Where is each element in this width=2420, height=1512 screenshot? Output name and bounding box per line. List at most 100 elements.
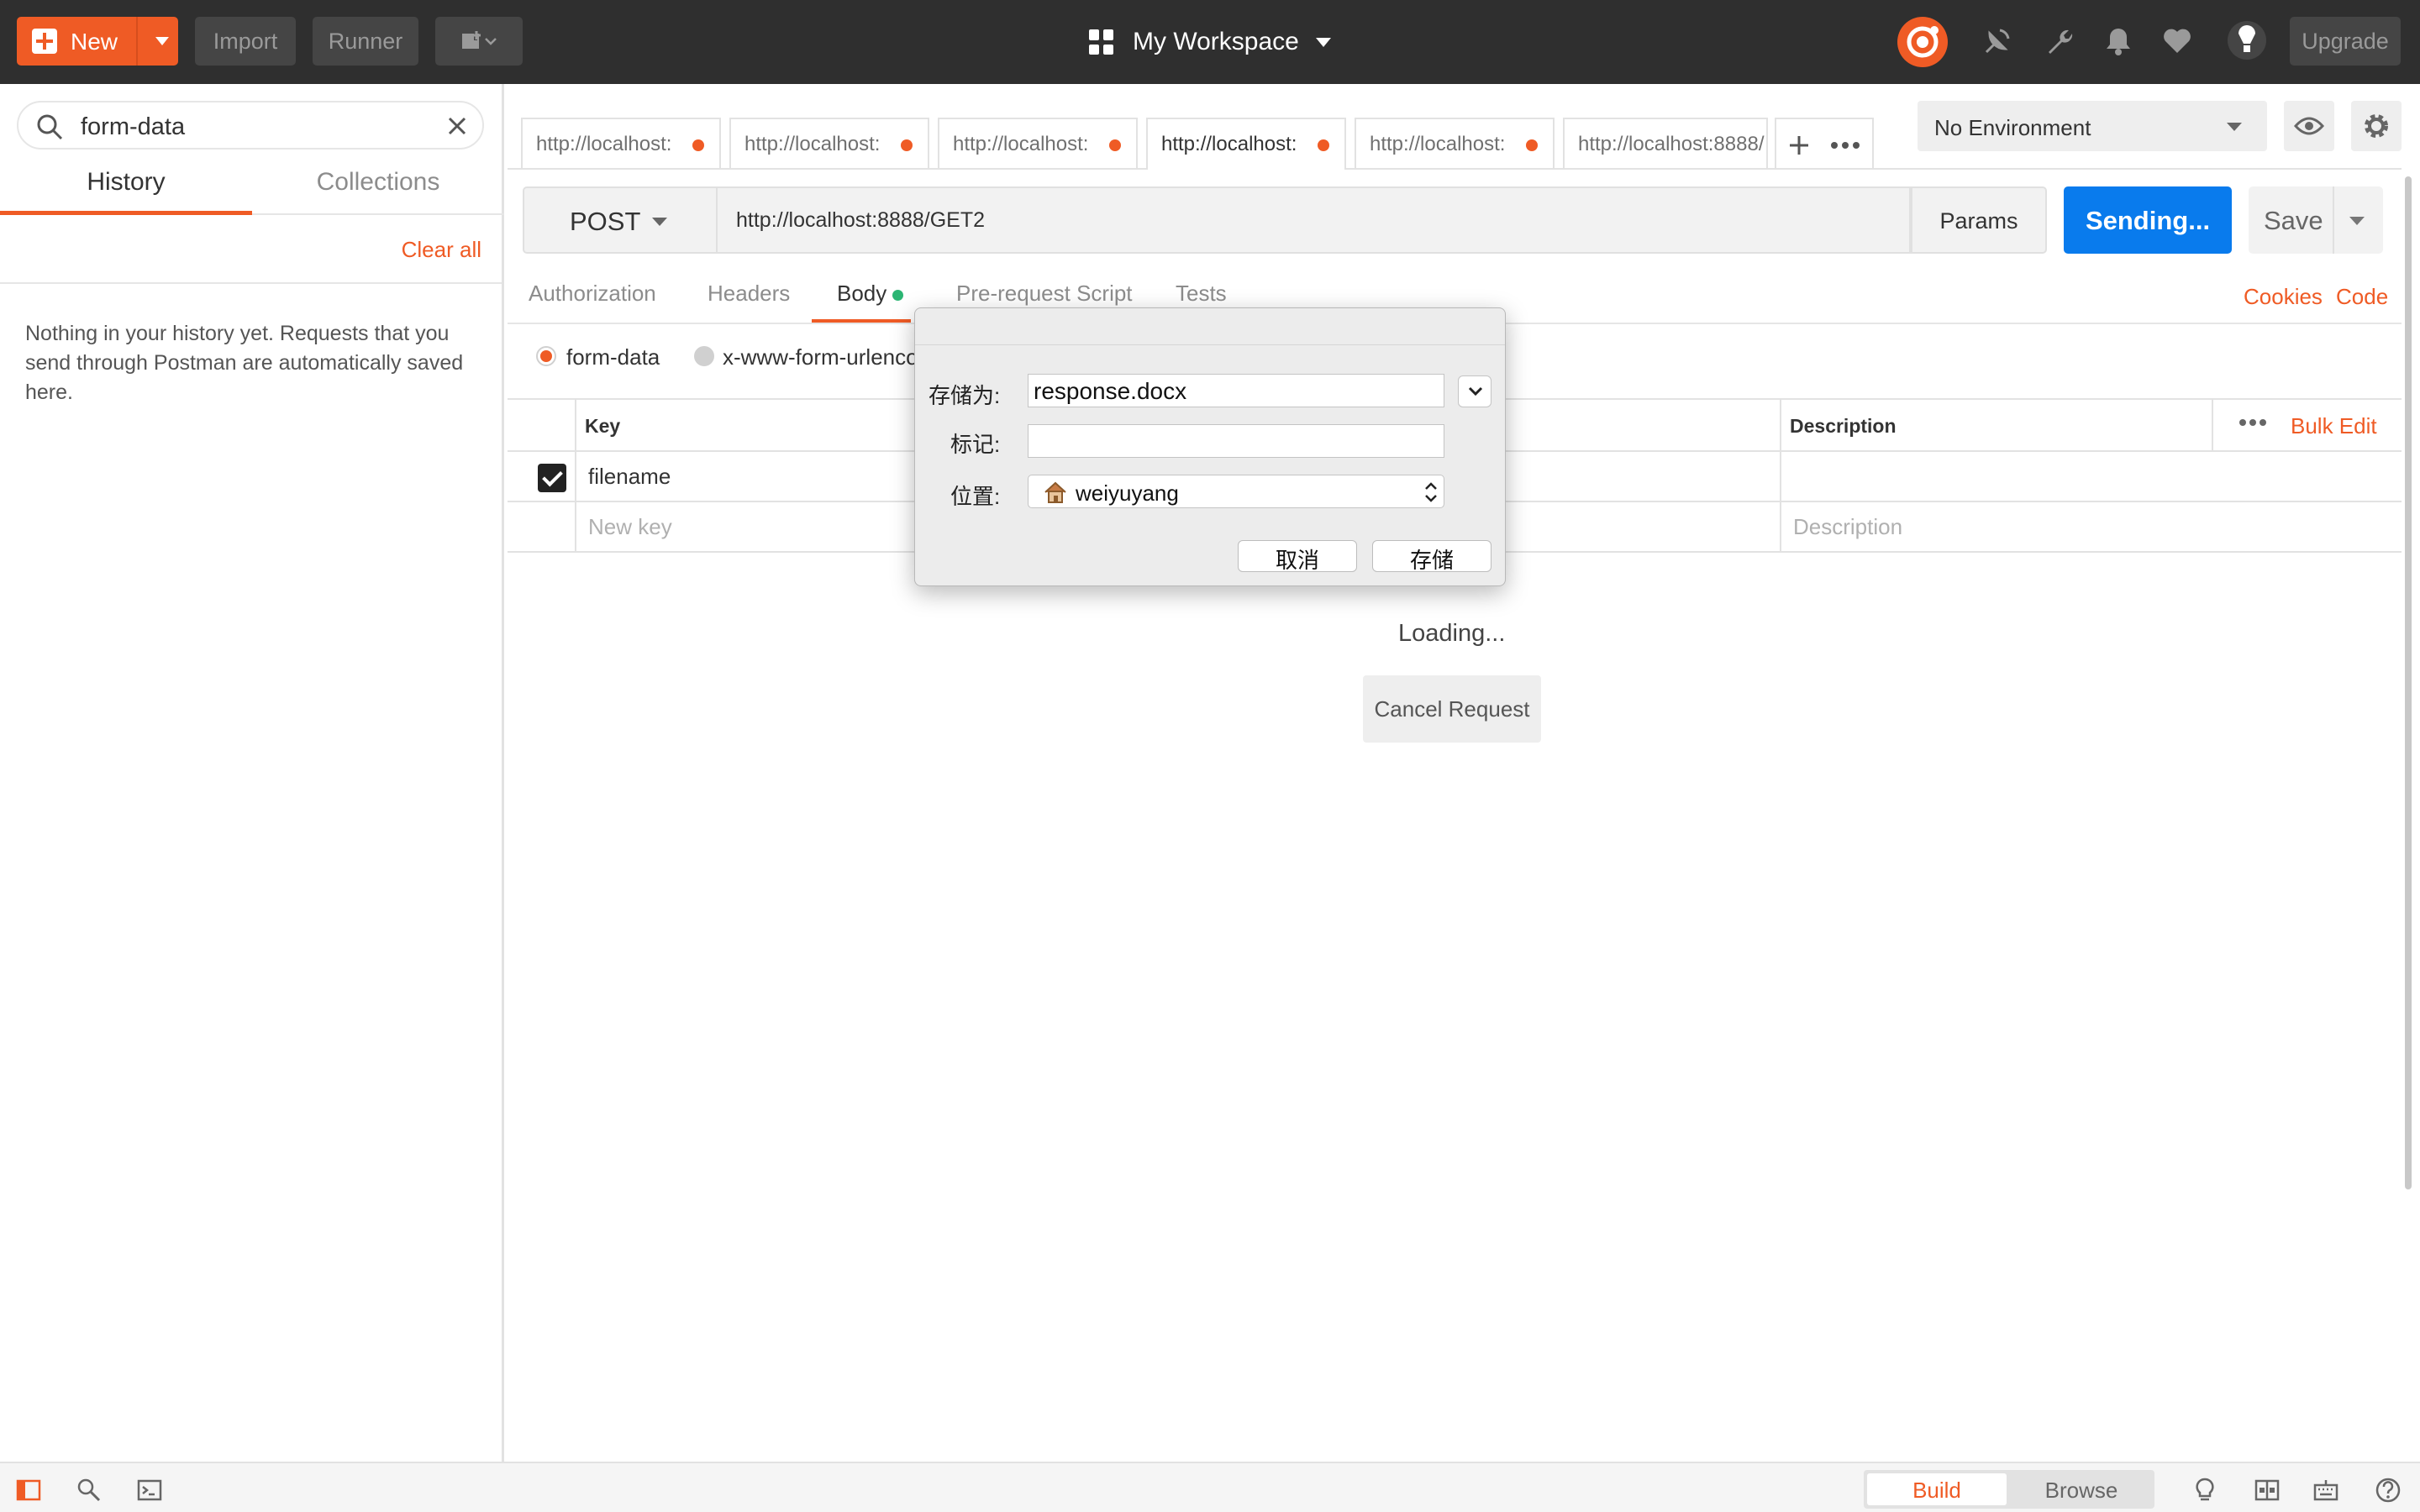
request-tab[interactable]: http://localhost: (521, 118, 721, 168)
gear-icon (2365, 114, 2388, 138)
manage-environments-button[interactable] (2351, 101, 2402, 151)
wrench-icon[interactable] (2044, 25, 2075, 57)
home-folder-icon (1044, 481, 1066, 503)
save-dropdown-caret-icon[interactable] (2349, 217, 2365, 225)
new-button[interactable]: New (17, 17, 178, 66)
tags-input[interactable] (1028, 424, 1444, 458)
save-as-label: 存储为: (929, 383, 1001, 408)
bell-icon[interactable] (2102, 25, 2134, 57)
import-button[interactable]: Import (195, 17, 296, 66)
workspace-label: My Workspace (1133, 28, 1299, 55)
history-empty-message: Nothing in your history yet. Requests th… (25, 322, 464, 404)
new-description-input[interactable]: Description (1793, 514, 1902, 540)
clear-search-icon[interactable] (447, 116, 467, 136)
save-file-dialog: 存储为: response.docx 标记: 位置: weiyuyang 取消 … (914, 307, 1506, 586)
form-data-label[interactable]: form-data (566, 344, 660, 370)
request-tab-active[interactable]: http://localhost: (1146, 118, 1346, 170)
tab-tests[interactable]: Tests (1176, 281, 1227, 307)
send-button[interactable]: Sending... (2064, 186, 2232, 254)
location-value: weiyuyang (1076, 480, 1179, 506)
expand-dialog-button[interactable] (1458, 375, 1491, 407)
tab-body[interactable]: Body (837, 281, 886, 307)
save-button-divider (2333, 186, 2334, 254)
toggle-sidebar-icon[interactable] (15, 1477, 42, 1504)
sidebar: form-data History Collections Clear all … (0, 84, 504, 1462)
upgrade-button[interactable]: Upgrade (2290, 17, 2401, 66)
new-dropdown-caret-icon[interactable] (155, 37, 169, 45)
unsaved-dot (1109, 139, 1121, 151)
dialog-titlebar[interactable] (915, 308, 1505, 345)
request-tab[interactable]: http://localhost: (729, 118, 929, 168)
keyboard-shortcuts-icon[interactable] (2312, 1477, 2339, 1504)
location-label: 位置: (950, 484, 1001, 509)
bootcamp-lightbulb-icon[interactable] (2191, 1477, 2218, 1504)
environment-quick-look-button[interactable] (2284, 101, 2334, 151)
satellite-icon[interactable] (1981, 25, 2013, 57)
urlencoded-radio[interactable] (694, 346, 714, 366)
clear-all-link[interactable]: Clear all (402, 237, 481, 263)
form-data-radio[interactable] (536, 346, 556, 366)
cookies-link[interactable]: Cookies (2244, 284, 2323, 310)
tab-pre-request-script[interactable]: Pre-request Script (956, 281, 1133, 307)
tags-label: 标记: (950, 432, 1001, 457)
cancel-request-button[interactable]: Cancel Request (1363, 675, 1541, 743)
console-icon[interactable] (136, 1477, 163, 1504)
table-border (575, 398, 576, 553)
row-key-input[interactable]: filename (588, 464, 671, 490)
loading-text: Loading... (1398, 620, 1506, 647)
updown-arrows-icon (1425, 482, 1437, 502)
request-tab[interactable]: http://localhost:8888/ (1563, 118, 1768, 168)
request-tab[interactable]: http://localhost: (1355, 118, 1555, 168)
params-button[interactable]: Params (1911, 186, 2047, 254)
add-tab-icon[interactable] (1788, 134, 1810, 156)
environment-select[interactable]: No Environment (1918, 101, 2267, 151)
browse-mode-button[interactable]: Browse (2012, 1473, 2151, 1505)
heart-icon[interactable] (2161, 25, 2193, 57)
urlencoded-label[interactable]: x-www-form-urlenco (723, 344, 918, 370)
cancel-button[interactable]: 取消 (1238, 540, 1357, 573)
method-select[interactable]: POST (523, 186, 716, 254)
workspace-switcher[interactable]: My Workspace (1089, 24, 1331, 60)
build-mode-button[interactable]: Build (1867, 1473, 2007, 1505)
workspace-grid-icon (1089, 29, 1114, 55)
row-enabled-checkbox[interactable] (538, 464, 566, 492)
sidebar-search[interactable]: form-data (17, 101, 484, 150)
vertical-scrollbar[interactable] (2405, 176, 2412, 1189)
more-options-icon[interactable] (2238, 418, 2267, 427)
find-replace-icon[interactable] (76, 1477, 103, 1504)
request-tab[interactable]: http://localhost: (938, 118, 1138, 168)
body-status-dot (892, 290, 903, 301)
tab-strip-border (508, 168, 2402, 170)
unsaved-dot (692, 139, 704, 151)
help-icon[interactable] (2375, 1477, 2402, 1504)
tab-headers[interactable]: Headers (708, 281, 790, 307)
tab-authorization[interactable]: Authorization (529, 281, 656, 307)
new-key-input[interactable]: New key (588, 514, 672, 540)
request-tab-label: http://localhost: (1370, 133, 1506, 155)
new-window-icon (462, 30, 497, 49)
bulk-edit-link[interactable]: Bulk Edit (2291, 413, 2377, 439)
save-as-input[interactable]: response.docx (1028, 374, 1444, 407)
method-value: POST (570, 207, 641, 236)
tab-history[interactable]: History (0, 168, 252, 215)
url-input[interactable]: http://localhost:8888/GET2 (716, 186, 1911, 254)
save-file-button[interactable]: 存储 (1372, 540, 1491, 573)
save-button[interactable]: Save (2249, 186, 2383, 254)
more-tabs-icon[interactable] (1830, 141, 1860, 150)
eye-icon (2294, 117, 2324, 135)
status-bar: Build Browse (0, 1462, 2420, 1512)
location-select[interactable]: weiyuyang (1028, 475, 1444, 508)
build-browse-toggle: Build Browse (1864, 1470, 2154, 1509)
chevron-down-icon (652, 218, 667, 226)
new-window-button[interactable] (435, 17, 523, 66)
avatar-icon[interactable] (2227, 20, 2267, 60)
two-pane-view-icon[interactable] (2254, 1477, 2281, 1504)
chevron-down-icon (1315, 37, 1331, 47)
search-input[interactable]: form-data (81, 113, 185, 141)
code-link[interactable]: Code (2336, 284, 2388, 310)
sync-status-icon[interactable] (1896, 15, 1949, 69)
column-header-key: Key (585, 415, 621, 437)
tab-collections[interactable]: Collections (252, 168, 504, 215)
runner-button[interactable]: Runner (313, 17, 418, 66)
unsaved-dot (1526, 139, 1538, 151)
